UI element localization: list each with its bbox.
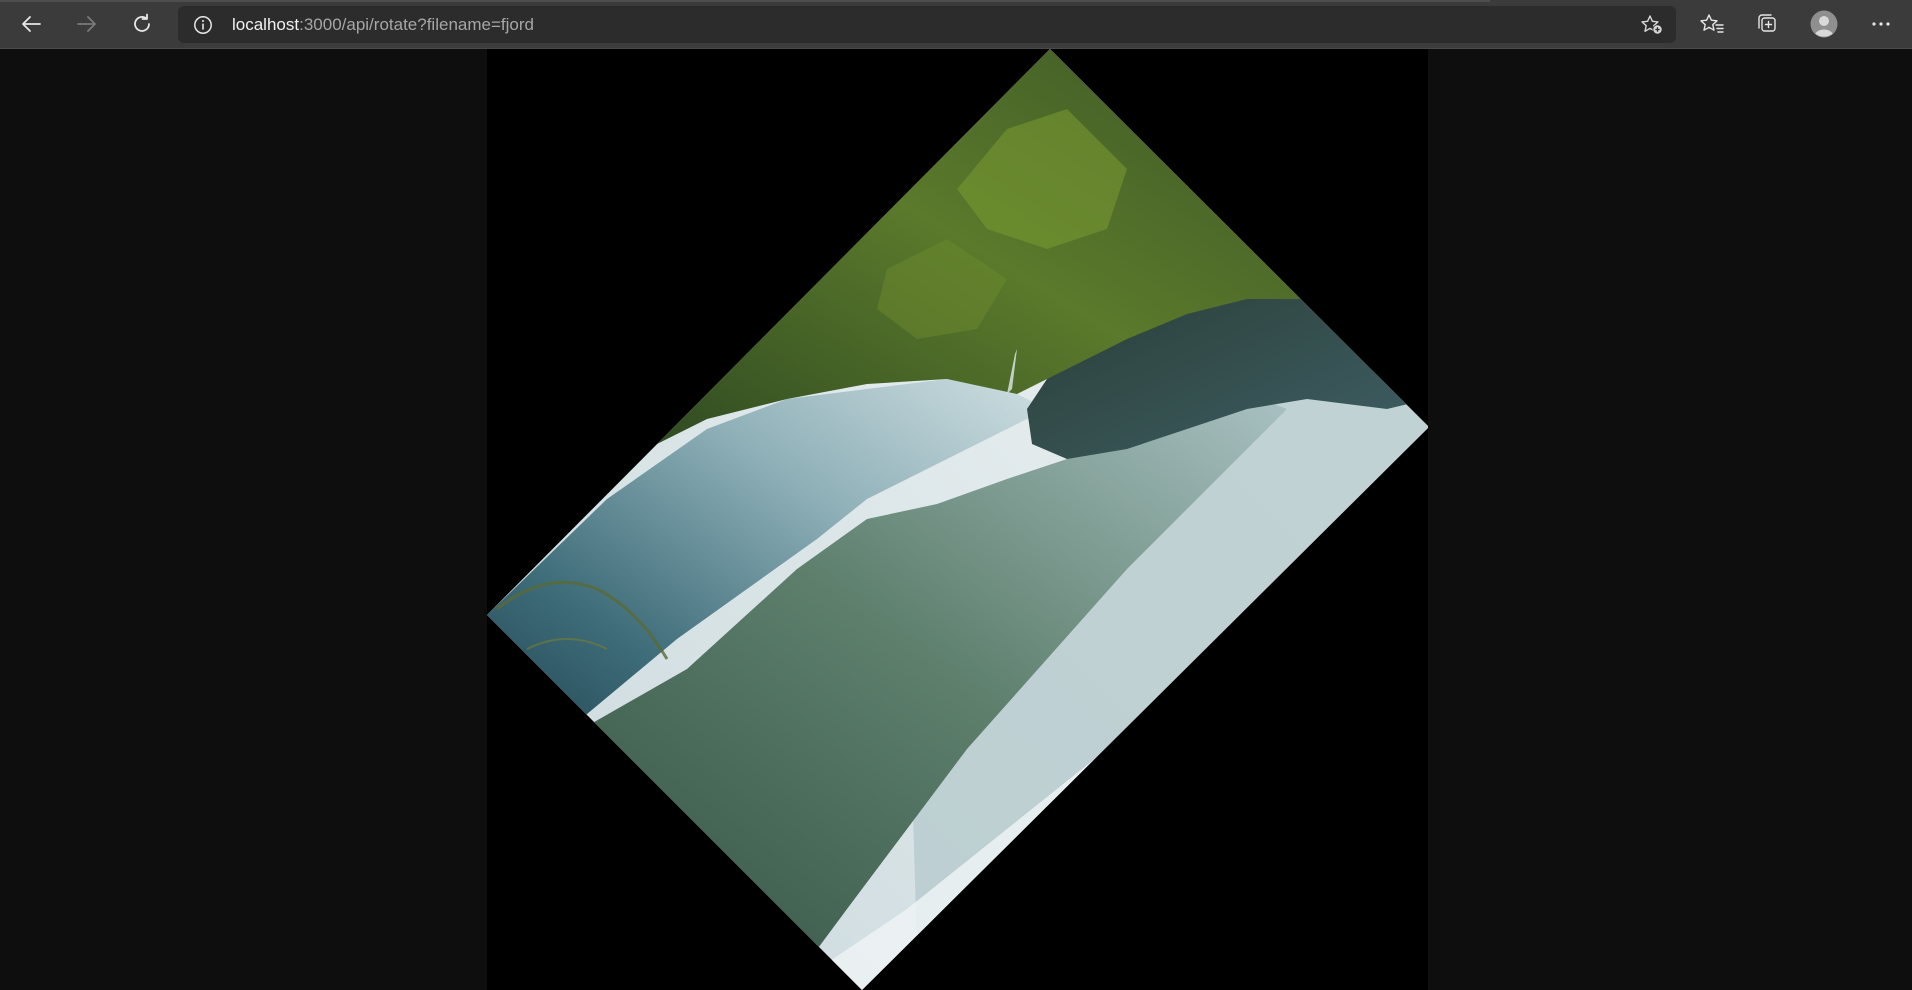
forward-button[interactable] [68, 8, 104, 40]
star-plus-icon[interactable] [1640, 14, 1664, 36]
info-icon[interactable] [193, 15, 213, 35]
url-path: :3000/api/rotate?filename=fjord [299, 15, 534, 34]
browser-toolbar: localhost:3000/api/rotate?filename=fjord [0, 0, 1912, 49]
url-host: localhost [232, 15, 300, 34]
rotated-image-canvas [487, 49, 1428, 990]
arrow-right-icon [77, 16, 96, 32]
favorites-button[interactable] [1694, 8, 1730, 40]
collections-icon [1758, 14, 1776, 32]
rotated-fjord-image [487, 49, 1428, 990]
refresh-button[interactable] [124, 8, 160, 40]
avatar-icon [1810, 10, 1838, 38]
arrow-left-icon [22, 16, 41, 32]
tab-strip-edge [0, 0, 1490, 2]
page-viewport [0, 49, 1912, 990]
profile-button[interactable] [1806, 8, 1842, 40]
favorites-icon [1700, 14, 1724, 33]
refresh-icon [134, 13, 150, 32]
back-button[interactable] [14, 8, 50, 40]
menu-button[interactable] [1863, 8, 1899, 40]
collections-button[interactable] [1749, 8, 1785, 40]
more-icon [1872, 22, 1890, 26]
address-bar[interactable]: localhost:3000/api/rotate?filename=fjord [178, 6, 1676, 43]
url-text[interactable]: localhost:3000/api/rotate?filename=fjord [232, 6, 534, 43]
